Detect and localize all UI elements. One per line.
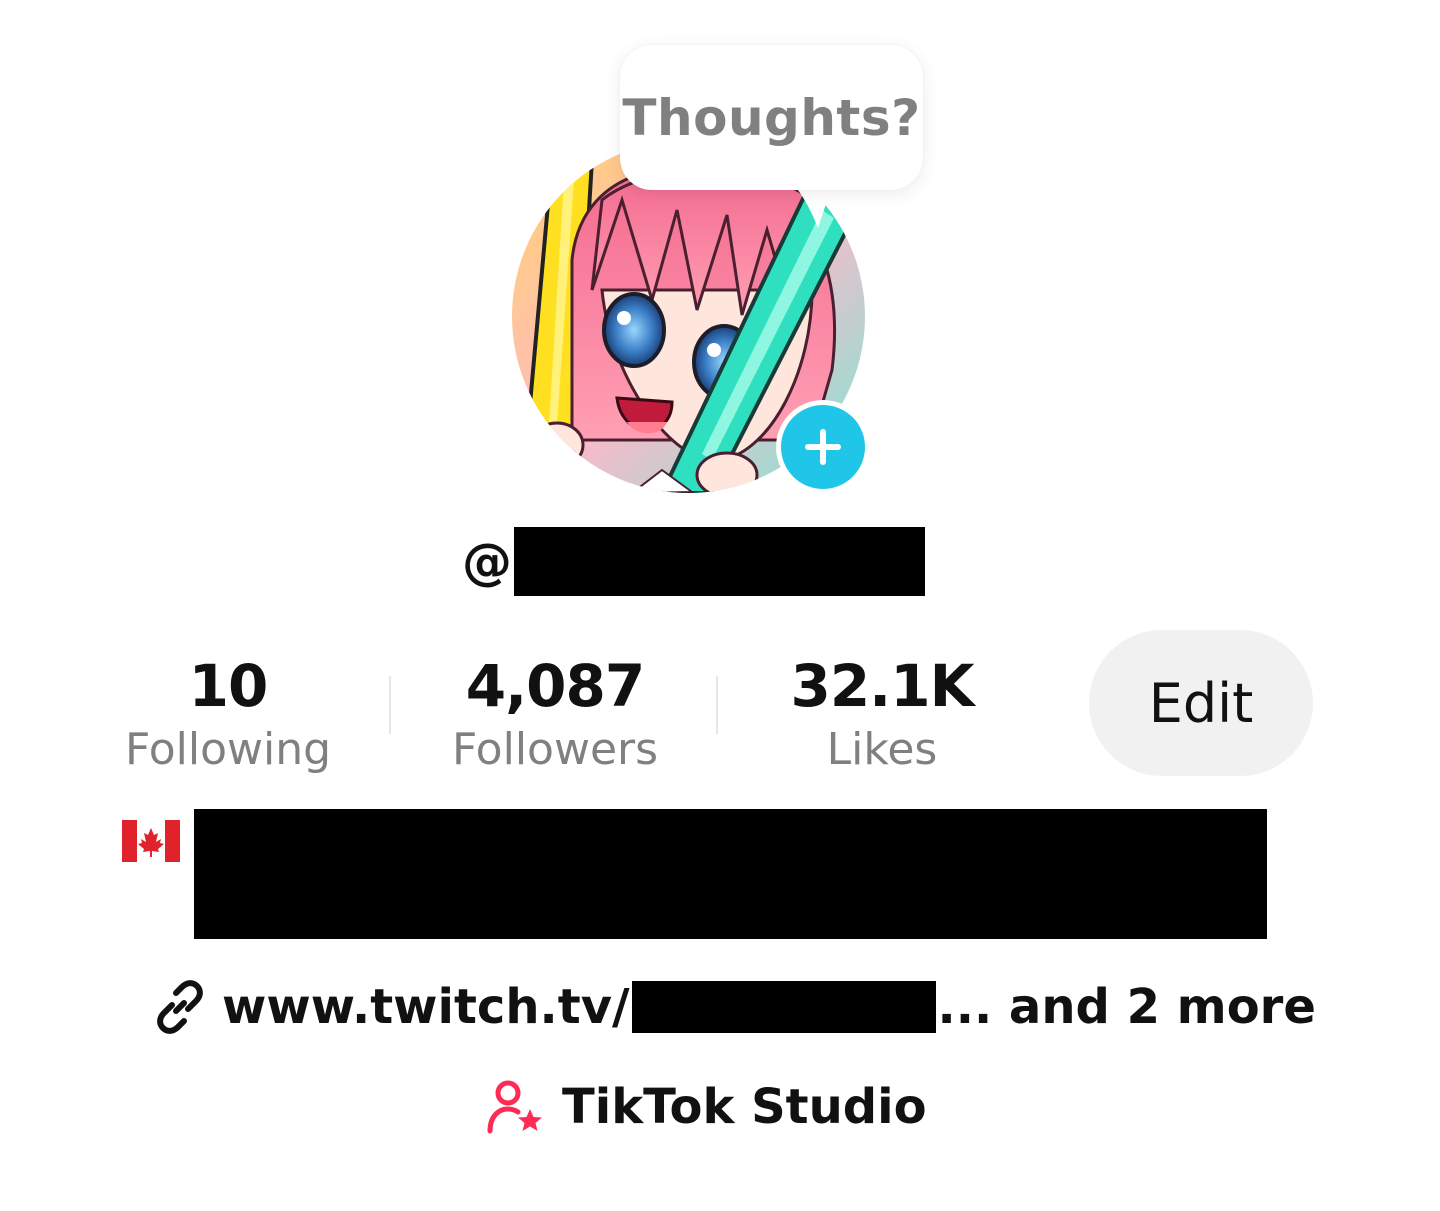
- add-avatar-button[interactable]: [776, 400, 870, 494]
- stat-followers-label: Followers: [451, 724, 659, 775]
- stat-likes-label: Likes: [826, 724, 938, 775]
- thoughts-bubble[interactable]: Thoughts?: [620, 45, 923, 190]
- stat-followers[interactable]: 4,087 Followers: [425, 650, 685, 778]
- redacted-username: [514, 527, 925, 596]
- profile-page: Thoughts? @ 10 Following 4,087 Followers…: [0, 0, 1440, 1211]
- tiktok-studio-label: TikTok Studio: [562, 1079, 927, 1135]
- stat-likes-value: 32.1K: [790, 652, 974, 720]
- redacted-link: [631, 981, 936, 1033]
- at-symbol: @: [462, 532, 512, 591]
- stat-followers-value: 4,087: [465, 652, 645, 720]
- stat-likes[interactable]: 32.1K Likes: [752, 650, 1012, 778]
- stat-divider: [389, 676, 391, 734]
- user-star-icon: [487, 1080, 542, 1134]
- stat-following-value: 10: [188, 652, 269, 720]
- link-prefix: www.twitch.tv/: [222, 979, 630, 1035]
- thoughts-bubble-text: Thoughts?: [622, 89, 921, 147]
- tiktok-studio-link[interactable]: TikTok Studio: [486, 1075, 927, 1139]
- edit-profile-button[interactable]: Edit: [1089, 630, 1313, 776]
- link-icon: [157, 980, 203, 1034]
- profile-link[interactable]: www.twitch.tv/ ... and 2 more: [152, 975, 1316, 1039]
- stat-following[interactable]: 10 Following: [98, 650, 358, 778]
- link-suffix: ... and 2 more: [937, 979, 1316, 1035]
- username-handle: @: [462, 527, 925, 596]
- plus-icon: [805, 429, 841, 465]
- stat-divider: [716, 676, 718, 734]
- canada-flag-icon: [122, 820, 180, 862]
- redacted-bio: [194, 809, 1267, 939]
- stat-following-label: Following: [124, 724, 332, 775]
